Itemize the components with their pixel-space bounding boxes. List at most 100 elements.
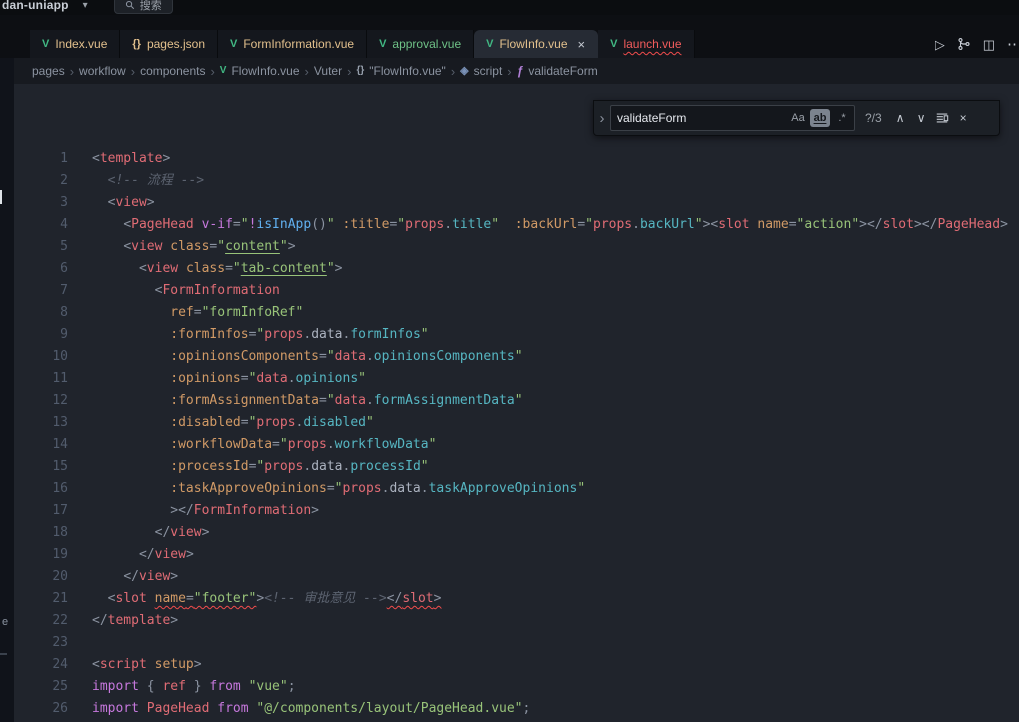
chevron-down-icon[interactable]: ▾ (83, 0, 88, 11)
code-line[interactable]: </view> (92, 522, 1019, 544)
breadcrumb-label: components (140, 64, 205, 78)
code-token: taskApproveOpinions (429, 481, 578, 496)
find-close-icon[interactable]: × (953, 112, 974, 124)
find-input-box[interactable]: Aa ab .* (610, 105, 855, 131)
code-line[interactable]: :workflowData="props.workflowData" (92, 434, 1019, 456)
code-line[interactable]: :formInfos="props.data.formInfos" (92, 324, 1019, 346)
code-editor[interactable]: 1234567891011121314151617181920212223242… (0, 84, 1019, 722)
code-line[interactable]: </view> (92, 544, 1019, 566)
code-line[interactable]: import PageHead from "@/components/layou… (92, 698, 1019, 720)
code-line[interactable]: <script setup> (92, 654, 1019, 676)
code-line[interactable]: <view class="content"> (92, 236, 1019, 258)
code-line[interactable]: ></FormInformation> (92, 500, 1019, 522)
code-line[interactable]: </template> (92, 610, 1019, 632)
more-actions-icon[interactable]: ⋯ (1007, 37, 1017, 52)
line-number: 3 (14, 192, 68, 214)
tab-approval.vue[interactable]: Vapproval.vue (367, 30, 474, 58)
line-number: 12 (14, 390, 68, 412)
code-line[interactable]: <view> (92, 192, 1019, 214)
code-token: > (162, 151, 170, 166)
code-line[interactable]: </view> (92, 566, 1019, 588)
regex-icon[interactable]: .* (832, 109, 852, 127)
code-line[interactable]: <PageHead v-if="!isInApp()" :title="prop… (92, 214, 1019, 236)
line-number: 21 (14, 588, 68, 610)
breadcrumb-item[interactable]: VFlowInfo.vue (220, 64, 300, 78)
breadcrumb-label: pages (32, 64, 65, 78)
code-line[interactable]: :processId="props.data.processId" (92, 456, 1019, 478)
symbol-script-icon: ◈ (460, 66, 468, 77)
code-token: = (327, 481, 335, 496)
breadcrumb-item[interactable]: components (140, 64, 205, 78)
code-line[interactable]: <view class="tab-content"> (92, 258, 1019, 280)
line-number: 8 (14, 302, 68, 324)
code-line[interactable]: :disabled="props.disabled" (92, 412, 1019, 434)
code-token: props (342, 481, 381, 496)
git-graph-icon[interactable] (957, 37, 971, 51)
code-line[interactable]: <slot name="footer"><!-- 审批意见 --></slot> (92, 588, 1019, 610)
code-token: class (186, 261, 225, 276)
find-next-icon[interactable]: ∨ (911, 112, 932, 124)
code-line[interactable]: :taskApproveOpinions="props.data.taskApp… (92, 478, 1019, 500)
line-number: 15 (14, 456, 68, 478)
tab-FlowInfo.vue[interactable]: VFlowInfo.vue× (474, 30, 598, 58)
code-token: data (335, 393, 366, 408)
code-line[interactable]: :formAssignmentData="data.formAssignment… (92, 390, 1019, 412)
toggle-replace-chevron-icon[interactable]: › (594, 110, 610, 127)
breadcrumb-item[interactable]: pages (32, 64, 65, 78)
breadcrumb-item[interactable]: ƒvalidateForm (517, 64, 598, 78)
whole-word-icon[interactable]: ab (810, 109, 830, 127)
breadcrumb-item[interactable]: workflow (79, 64, 126, 78)
breadcrumb-item[interactable]: {}"FlowInfo.vue" (356, 64, 445, 78)
code-token: > (202, 525, 210, 540)
code-token: workflowData (335, 437, 429, 452)
code-token: processId (350, 459, 420, 474)
code-line[interactable]: <FormInformation (92, 280, 1019, 302)
split-editor-icon[interactable]: ◫ (983, 38, 995, 51)
code-token: " (421, 459, 429, 474)
code-token: " (515, 393, 523, 408)
code-line[interactable] (92, 632, 1019, 654)
code-line[interactable]: ref="formInfoRef" (92, 302, 1019, 324)
code-token: . (366, 393, 374, 408)
find-in-selection-icon[interactable] (932, 111, 953, 125)
code-token (139, 701, 147, 716)
code-token: = (241, 371, 249, 386)
tab-pages.json[interactable]: {}pages.json (120, 30, 218, 58)
code-token: formInfos (350, 327, 420, 342)
find-input[interactable] (617, 111, 786, 125)
code-lines[interactable]: <template> <!-- 流程 --> <view> <PageHead … (92, 84, 1019, 722)
breadcrumb-item[interactable]: ◈script (460, 64, 502, 78)
code-token: > (170, 503, 178, 518)
code-line[interactable]: <!-- 流程 --> (92, 170, 1019, 192)
tab-launch.vue[interactable]: Vlaunch.vue (598, 30, 694, 58)
tab-Index.vue[interactable]: VIndex.vue (30, 30, 120, 58)
tab-FormInformation.vue[interactable]: VFormInformation.vue (218, 30, 367, 58)
code-token: FormInformation (162, 283, 279, 298)
code-token (139, 679, 147, 694)
code-token: :processId (170, 459, 248, 474)
code-line[interactable]: <template> (92, 148, 1019, 170)
gutter: 1234567891011121314151617181920212223242… (14, 84, 68, 720)
run-icon[interactable]: ▷ (935, 38, 945, 51)
tab-label: FormInformation.vue (243, 37, 354, 51)
close-tab-icon[interactable]: × (578, 38, 586, 51)
code-token: = (186, 591, 194, 606)
line-number: 10 (14, 346, 68, 368)
code-token: " (515, 349, 523, 364)
code-line[interactable]: :opinionsComponents="data.opinionsCompon… (92, 346, 1019, 368)
code-token: " (695, 217, 703, 232)
code-token: props (264, 459, 303, 474)
global-search-box[interactable]: 搜索 (114, 0, 173, 14)
code-token: :disabled (170, 415, 240, 430)
code-line[interactable]: import { ref } from "vue"; (92, 676, 1019, 698)
breadcrumb-item[interactable]: Vuter (314, 64, 342, 78)
code-token: </ (139, 547, 155, 562)
find-previous-icon[interactable]: ∧ (890, 112, 911, 124)
line-number: 25 (14, 676, 68, 698)
code-token: > (859, 217, 867, 232)
line-number: 26 (14, 698, 68, 720)
code-token: > (335, 261, 343, 276)
line-number: 22 (14, 610, 68, 632)
code-line[interactable]: :opinions="data.opinions" (92, 368, 1019, 390)
match-case-icon[interactable]: Aa (788, 109, 808, 127)
